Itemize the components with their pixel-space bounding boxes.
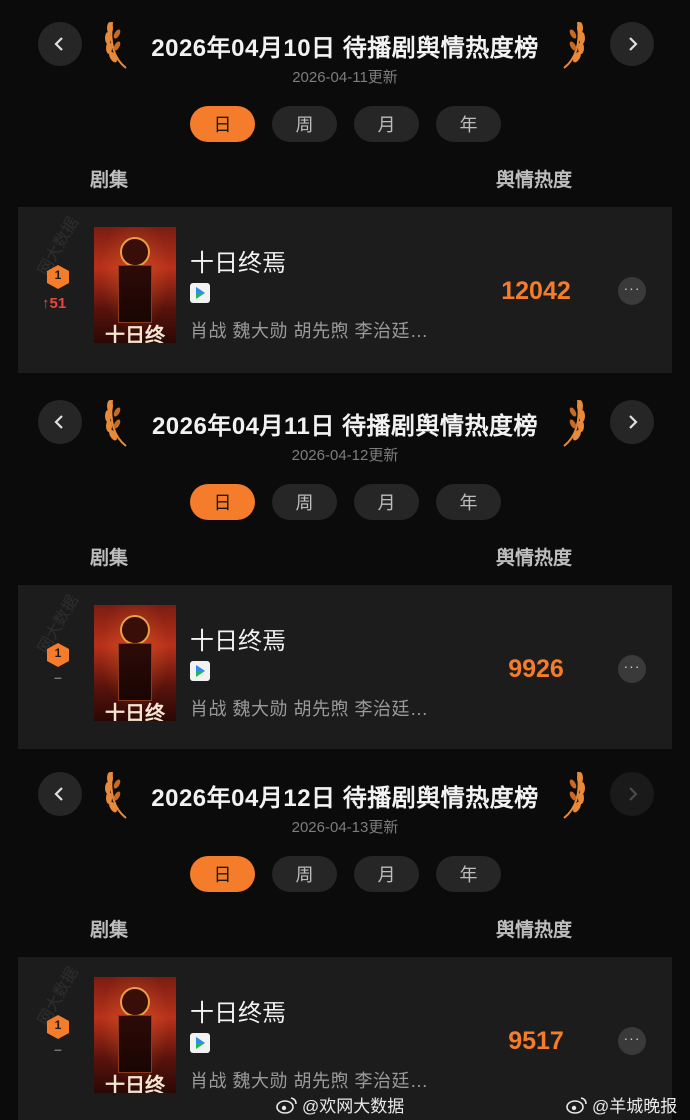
tab-day[interactable]: 日 (190, 484, 255, 520)
cast-list: 肖战 魏大勋 胡先煦 李治廷… (190, 1071, 429, 1091)
heat-score: 9926 (508, 655, 564, 683)
laurel-left-icon (105, 771, 127, 819)
next-date-button[interactable] (610, 772, 654, 816)
column-header-heat: 舆情热度 (496, 548, 573, 569)
laurel-left-icon (105, 21, 127, 69)
column-header-show: 剧集 (90, 920, 129, 941)
next-date-button[interactable] (610, 22, 654, 66)
more-icon: ··· (623, 658, 641, 674)
credit-text: @羊城晚报 (592, 1097, 678, 1116)
rank-number: 1 (54, 646, 62, 660)
prev-date-button[interactable] (38, 400, 82, 444)
laurel-right-icon (563, 399, 585, 447)
rank-badge: 1 (46, 264, 70, 290)
clock-icon (120, 987, 150, 1017)
column-header-heat: 舆情热度 (496, 920, 573, 941)
weibo-icon (276, 1096, 297, 1114)
tab-month[interactable]: 月 (354, 484, 419, 520)
ranking-row[interactable]: 网大数据 1 ↑51 十日终焉 十日终焉 肖战 魏大勋 胡先煦 李治廷… 120… (18, 207, 672, 373)
tab-year[interactable]: 年 (436, 106, 501, 142)
tab-week[interactable]: 周 (272, 856, 337, 892)
column-header-show: 剧集 (90, 170, 129, 191)
updated-date: 2026-04-12更新 (291, 447, 399, 464)
updated-date: 2026-04-13更新 (291, 819, 399, 836)
poster-title: 十日终焉 (105, 701, 165, 721)
tab-month[interactable]: 月 (354, 856, 419, 892)
more-button[interactable]: ··· (618, 1027, 646, 1055)
show-poster[interactable]: 十日终焉 (94, 977, 176, 1093)
chevron-left-icon (54, 415, 63, 429)
rank-change: – (54, 669, 62, 685)
ranking-section: 2026年04月10日 待播剧舆情热度榜 2026-04-11更新 日 周 月 … (0, 0, 690, 373)
chart-title: 2026年04月11日 待播剧舆情热度榜 (151, 413, 539, 440)
show-poster[interactable]: 十日终焉 (94, 227, 176, 343)
rank-number: 1 (54, 1018, 62, 1032)
more-icon: ··· (623, 1030, 641, 1046)
laurel-right-icon (563, 21, 585, 69)
chevron-left-icon (54, 787, 63, 801)
play-icon (196, 287, 205, 299)
tab-day[interactable]: 日 (190, 856, 255, 892)
prev-date-button[interactable] (38, 772, 82, 816)
next-date-button[interactable] (610, 400, 654, 444)
show-title[interactable]: 十日终焉 (190, 243, 286, 278)
ranking-section: 2026年04月12日 待播剧舆情热度榜 2026-04-13更新 日 周 月 … (0, 750, 690, 1120)
tower-graphic (118, 643, 152, 701)
period-tabs: 日 周 月 年 (190, 856, 501, 892)
credit-text: @欢网大数据 (302, 1097, 405, 1116)
laurel-right-icon (563, 771, 585, 819)
tab-year[interactable]: 年 (436, 484, 501, 520)
heat-score: 9517 (508, 1027, 564, 1055)
heat-score: 12042 (501, 277, 571, 305)
platform-icon (190, 661, 210, 681)
play-icon (196, 665, 205, 677)
rank-badge: 1 (46, 642, 70, 668)
credit-yangcheng[interactable]: @羊城晚报 (566, 1092, 677, 1117)
laurel-left-icon (105, 399, 127, 447)
source-credits: @欢网大数据 @羊城晚报 (0, 1092, 690, 1116)
tab-year[interactable]: 年 (436, 856, 501, 892)
clock-icon (120, 237, 150, 267)
ranking-row[interactable]: 网大数据 1 – 十日终焉 十日终焉 肖战 魏大勋 胡先煦 李治廷… 9926 … (18, 585, 672, 749)
cast-list: 肖战 魏大勋 胡先煦 李治廷… (190, 699, 429, 719)
column-header-show: 剧集 (90, 548, 129, 569)
period-tabs: 日 周 月 年 (190, 484, 501, 520)
chart-title: 2026年04月12日 待播剧舆情热度榜 (151, 785, 539, 812)
more-button[interactable]: ··· (618, 277, 646, 305)
chevron-right-icon (629, 787, 638, 801)
prev-date-button[interactable] (38, 22, 82, 66)
rank-badge: 1 (46, 1014, 70, 1040)
chevron-left-icon (54, 37, 63, 51)
tower-graphic (118, 1015, 152, 1073)
platform-icon (190, 1033, 210, 1053)
tab-day[interactable]: 日 (190, 106, 255, 142)
play-icon (196, 1037, 205, 1049)
platform-icon (190, 283, 210, 303)
show-poster[interactable]: 十日终焉 (94, 605, 176, 721)
tower-graphic (118, 265, 152, 323)
column-header-heat: 舆情热度 (496, 170, 573, 191)
chevron-right-icon (629, 415, 638, 429)
tab-week[interactable]: 周 (272, 106, 337, 142)
show-title[interactable]: 十日终焉 (190, 621, 286, 656)
more-button[interactable]: ··· (618, 655, 646, 683)
weibo-icon (566, 1096, 587, 1114)
chart-title: 2026年04月10日 待播剧舆情热度榜 (151, 35, 539, 62)
clock-icon (120, 615, 150, 645)
period-tabs: 日 周 月 年 (190, 106, 501, 142)
rank-number: 1 (54, 268, 62, 282)
rank-change: ↑51 (42, 295, 67, 312)
cast-list: 肖战 魏大勋 胡先煦 李治廷… (190, 321, 429, 341)
credit-huanwang[interactable]: @欢网大数据 (276, 1092, 404, 1117)
tab-week[interactable]: 周 (272, 484, 337, 520)
poster-title: 十日终焉 (105, 323, 165, 343)
chevron-right-icon (629, 37, 638, 51)
poster-title: 十日终焉 (105, 1073, 165, 1093)
updated-date: 2026-04-11更新 (292, 69, 398, 86)
tab-month[interactable]: 月 (354, 106, 419, 142)
rank-change: – (54, 1041, 62, 1057)
ranking-section: 2026年04月11日 待播剧舆情热度榜 2026-04-12更新 日 周 月 … (0, 378, 690, 750)
show-title[interactable]: 十日终焉 (190, 993, 286, 1028)
more-icon: ··· (623, 280, 641, 296)
